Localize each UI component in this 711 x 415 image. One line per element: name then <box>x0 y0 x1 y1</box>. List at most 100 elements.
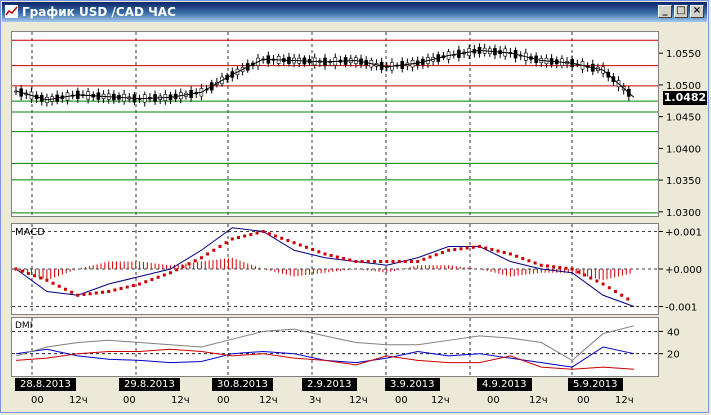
macd-signal-dot <box>533 261 537 265</box>
macd-signal-dot <box>372 260 376 263</box>
hour-label: 12ч <box>431 395 450 406</box>
dmi-axis: 40 20 <box>659 327 680 361</box>
macd-tick-label: +0.000 <box>665 265 702 276</box>
maximize-button[interactable]: □ <box>674 5 688 18</box>
hour-label: 00 <box>395 395 408 406</box>
dmi-plus-line <box>15 346 635 368</box>
macd-signal-dot <box>583 273 587 277</box>
macd-signal-dot <box>181 265 185 269</box>
hour-label: 00 <box>217 395 230 406</box>
hour-label: 00 <box>123 395 136 406</box>
macd-signal-dot <box>490 248 494 251</box>
hour-label: 00 <box>487 395 500 406</box>
macd-label: MACD <box>15 227 45 238</box>
macd-signal-dot <box>379 260 383 263</box>
macd-signal-dot <box>589 276 593 280</box>
macd-signal-dot <box>391 260 395 263</box>
macd-signal-dot <box>162 273 166 277</box>
macd-signal-dot <box>342 257 346 260</box>
macd-signal-dot <box>255 231 259 235</box>
price-tick-label: 1.0350 <box>666 176 701 187</box>
macd-signal-dot <box>385 260 389 263</box>
current-price-tag: 1.0482 <box>663 91 707 105</box>
macd-signal-dot <box>169 271 172 275</box>
macd-signal-dot <box>88 292 92 296</box>
macd-signal-dot <box>187 262 191 266</box>
macd-signal-dot <box>403 260 407 263</box>
date-label: 30.8.2013 <box>212 378 273 391</box>
macd-signal-dot <box>70 290 74 294</box>
macd-signal-dot <box>286 239 290 242</box>
minimize-button[interactable]: _ <box>658 5 672 18</box>
dmi-panel[interactable]: DMI <box>11 317 659 377</box>
macd-signal-dot <box>348 258 352 262</box>
macd-signal-dot <box>224 241 228 245</box>
macd-signal-dot <box>502 251 506 254</box>
macd-signal-dot <box>607 286 611 290</box>
price-tick-label: 1.0450 <box>666 113 701 124</box>
date-label: 2.9.2013 <box>302 378 357 391</box>
dmi-tick-label: 20 <box>667 350 680 361</box>
chart-window: График USD /CAD ЧАС _ □ × 1.0550 1.0500 1.… <box>0 0 709 413</box>
date-label: 28.8.2013 <box>15 378 76 391</box>
hour-label: 00 <box>577 395 590 406</box>
macd-signal-dot <box>33 274 37 278</box>
macd-signal-dot <box>249 233 253 236</box>
macd-signal-dot <box>471 245 475 249</box>
macd-signal-dot <box>236 236 240 239</box>
macd-signal-dot <box>478 245 481 248</box>
macd-signal-dot <box>416 260 420 263</box>
macd-signal-dot <box>206 252 210 256</box>
macd-signal-dot <box>267 232 271 236</box>
macd-signal-dot <box>484 246 488 250</box>
hour-label: 00 <box>31 395 44 406</box>
hour-label: 12ч <box>259 395 278 406</box>
macd-signal-dot <box>304 245 308 249</box>
macd-signal-dot <box>545 264 549 268</box>
macd-signal-dot <box>360 260 364 263</box>
macd-signal-dot <box>298 243 302 247</box>
hour-label: 12ч <box>529 395 548 406</box>
hour-label: 12ч <box>171 395 190 406</box>
macd-signal-dot <box>156 275 160 279</box>
macd-signal-dot <box>496 249 500 253</box>
macd-signal-dot <box>539 263 543 267</box>
macd-panel[interactable]: MACD <box>11 223 659 315</box>
macd-signal-dot <box>230 237 234 241</box>
chart-app-icon <box>5 5 18 18</box>
macd-signal-dot <box>292 241 296 245</box>
price-tick-label: 1.0400 <box>666 144 701 155</box>
macd-signal-dot <box>14 267 18 271</box>
dmi-label: DMI <box>15 321 32 331</box>
hour-label: 12ч <box>349 395 368 406</box>
macd-signal-dot <box>311 248 315 251</box>
macd-signal-dot <box>150 278 154 281</box>
title-bar[interactable]: График USD /CAD ЧАС _ □ × <box>2 2 707 22</box>
macd-signal-dot <box>45 278 49 282</box>
macd-signal-dot <box>434 253 438 257</box>
macd-signal-dot <box>243 234 247 238</box>
macd-signal-dot <box>212 248 216 252</box>
price-axis: 1.05501.05001.04501.04001.03501.0300 <box>659 49 701 217</box>
macd-signal-dot <box>601 282 605 286</box>
macd-signal-dot <box>274 234 278 238</box>
price-chart-panel[interactable] <box>11 31 659 217</box>
macd-signal-dot <box>199 256 203 260</box>
macd-signal-dot <box>131 284 135 287</box>
close-button[interactable]: × <box>690 5 704 18</box>
macd-signal-dot <box>323 252 327 256</box>
macd-signal-dot <box>521 257 525 260</box>
macd-signal-dot <box>354 260 358 263</box>
macd-signal-dot <box>552 265 556 269</box>
macd-signal-dot <box>101 290 105 294</box>
macd-signal-dot <box>51 281 55 285</box>
macd-signal-dot <box>218 245 222 248</box>
macd-signal-dot <box>113 288 117 292</box>
macd-signal-dot <box>564 266 568 270</box>
macd-signal-dot <box>397 260 401 263</box>
macd-axis: +0.001 +0.000 -0.001 <box>659 228 702 314</box>
price-tick-label: 1.0550 <box>666 49 701 60</box>
macd-signal-dot <box>626 297 630 301</box>
macd-signal-dot <box>193 259 197 263</box>
macd-signal-dot <box>447 248 451 252</box>
